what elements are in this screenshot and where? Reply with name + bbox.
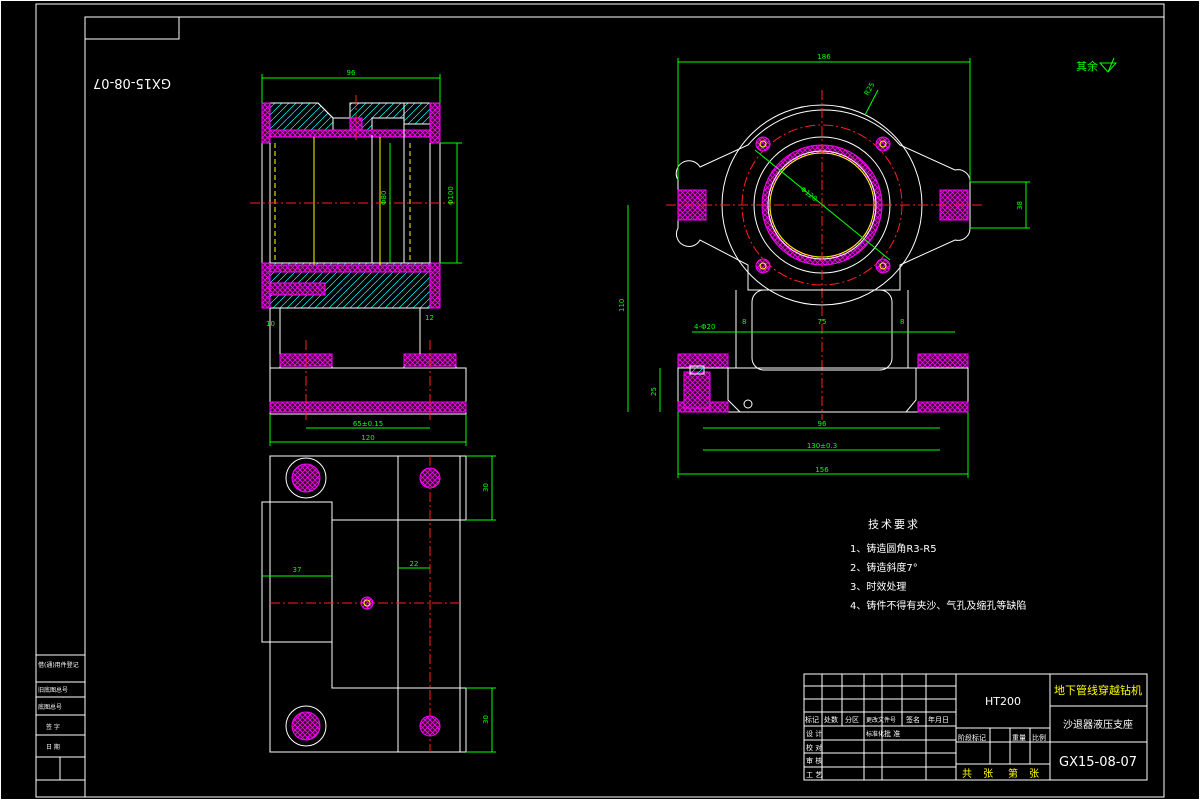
tb-drawing-no: GX15-08-07	[1059, 755, 1137, 770]
tb-scale: 比例	[1032, 733, 1046, 742]
side-table-5: 日 期	[46, 743, 60, 751]
dim-small-r: R25	[863, 81, 877, 97]
side-table: 借(通)用件登记 旧底图总号 底图总号 签 字 日 期	[35, 654, 86, 781]
side-view: 10 12 65±0.15 120	[266, 308, 467, 446]
dim-front-span: 156	[815, 466, 829, 474]
tb-weight: 重量	[1012, 734, 1026, 742]
dim-side-10: 10	[266, 320, 275, 328]
dim-front-inner: 96	[818, 420, 827, 428]
dim-front-mid: 75	[818, 318, 827, 326]
tb-standardize: 标准化	[866, 730, 884, 738]
tb-stage: 阶段标记	[958, 733, 986, 742]
tb-sheets-no: 第 张	[1008, 767, 1043, 780]
front-view: Φ120 R25 186 110 38 4-Φ20 8 75 8 25 96 1…	[618, 53, 1030, 478]
dim-front-height: 110	[618, 299, 626, 312]
tb-sheets-total: 共 张	[962, 768, 997, 780]
tb-part-name: 沙退器液压支座	[1063, 718, 1133, 731]
tb-h5: 签名	[906, 715, 920, 724]
tb-project: 地下管线穿越钻机	[1054, 683, 1142, 697]
side-table-2: 旧底图总号	[38, 686, 68, 694]
tb-h2: 处数	[824, 715, 838, 724]
dim-top-width: 96	[347, 69, 356, 77]
roughness-note: 其余	[1076, 57, 1118, 73]
dim-left-inner: 65±0.15	[353, 420, 383, 428]
dim-side-h: 38	[1016, 201, 1024, 210]
dim-side-12: 12	[425, 314, 434, 322]
tech-req-3: 3、时效处理	[850, 580, 906, 593]
tb-r3: 审 核	[806, 756, 822, 765]
drawing-number-stamp: GX15-08-07	[84, 16, 180, 90]
drawing-border	[0, 0, 1200, 800]
dim-side-30b: 30	[482, 715, 490, 724]
title-block: 标记 处数 分区 更改文件号 签名 年月日 设 计 校 对 审 核 工 艺 标准…	[803, 673, 1148, 781]
dim-bore2: Φ100	[447, 186, 455, 205]
tb-r4: 工 艺	[806, 771, 822, 779]
dim-side-8a: 8	[742, 318, 746, 326]
drawing-number-stamp-text: GX15-08-07	[93, 75, 171, 90]
tech-requirements-title: 技术要求	[868, 518, 920, 531]
dim-left-width: 120	[361, 434, 374, 442]
dim-bottom-w: 37	[293, 566, 302, 574]
tb-h1: 标记	[805, 715, 819, 724]
side-table-3: 底图总号	[38, 703, 62, 711]
dim-side-30a: 30	[482, 483, 490, 492]
tb-material: HT200	[985, 695, 1021, 708]
dim-side-8b: 8	[900, 318, 904, 326]
tb-h6: 年月日	[928, 715, 949, 724]
dim-bottom-w2: 22	[410, 560, 419, 568]
side-table-4: 签 字	[46, 723, 60, 731]
dim-front-lug: 4-Φ20	[694, 323, 715, 331]
dim-side-h2: 25	[650, 387, 658, 396]
tb-r1: 设 计	[806, 729, 822, 738]
tb-approve: 批 准	[884, 729, 900, 738]
tech-req-1: 1、铸造圆角R3-R5	[850, 542, 937, 555]
dim-front-span-tol: 130±0.3	[807, 442, 837, 450]
tb-r2: 校 对	[806, 743, 822, 752]
side-table-1: 借(通)用件登记	[38, 661, 79, 669]
tech-req-4: 4、铸件不得有夹沙、气孔及缩孔等缺陷	[850, 599, 1026, 612]
section-view: 96 Φ80 Φ100	[250, 69, 462, 309]
roughness-note-text: 其余	[1076, 59, 1098, 73]
tech-requirements: 技术要求 1、铸造圆角R3-R5 2、铸造斜度7° 3、时效处理 4、铸件不得有…	[850, 518, 1026, 612]
tb-h3: 分区	[845, 715, 859, 724]
dim-front-top: 186	[817, 53, 831, 61]
dim-bore1: Φ80	[380, 191, 388, 205]
tech-req-2: 2、铸造斜度7°	[850, 561, 918, 574]
cad-drawing: GX15-08-07 其余 96 Φ80 Φ100 10 12 65±0.15 …	[0, 0, 1200, 800]
top-view: 37 22 30 30	[261, 455, 496, 753]
tb-h4: 更改文件号	[866, 716, 896, 724]
